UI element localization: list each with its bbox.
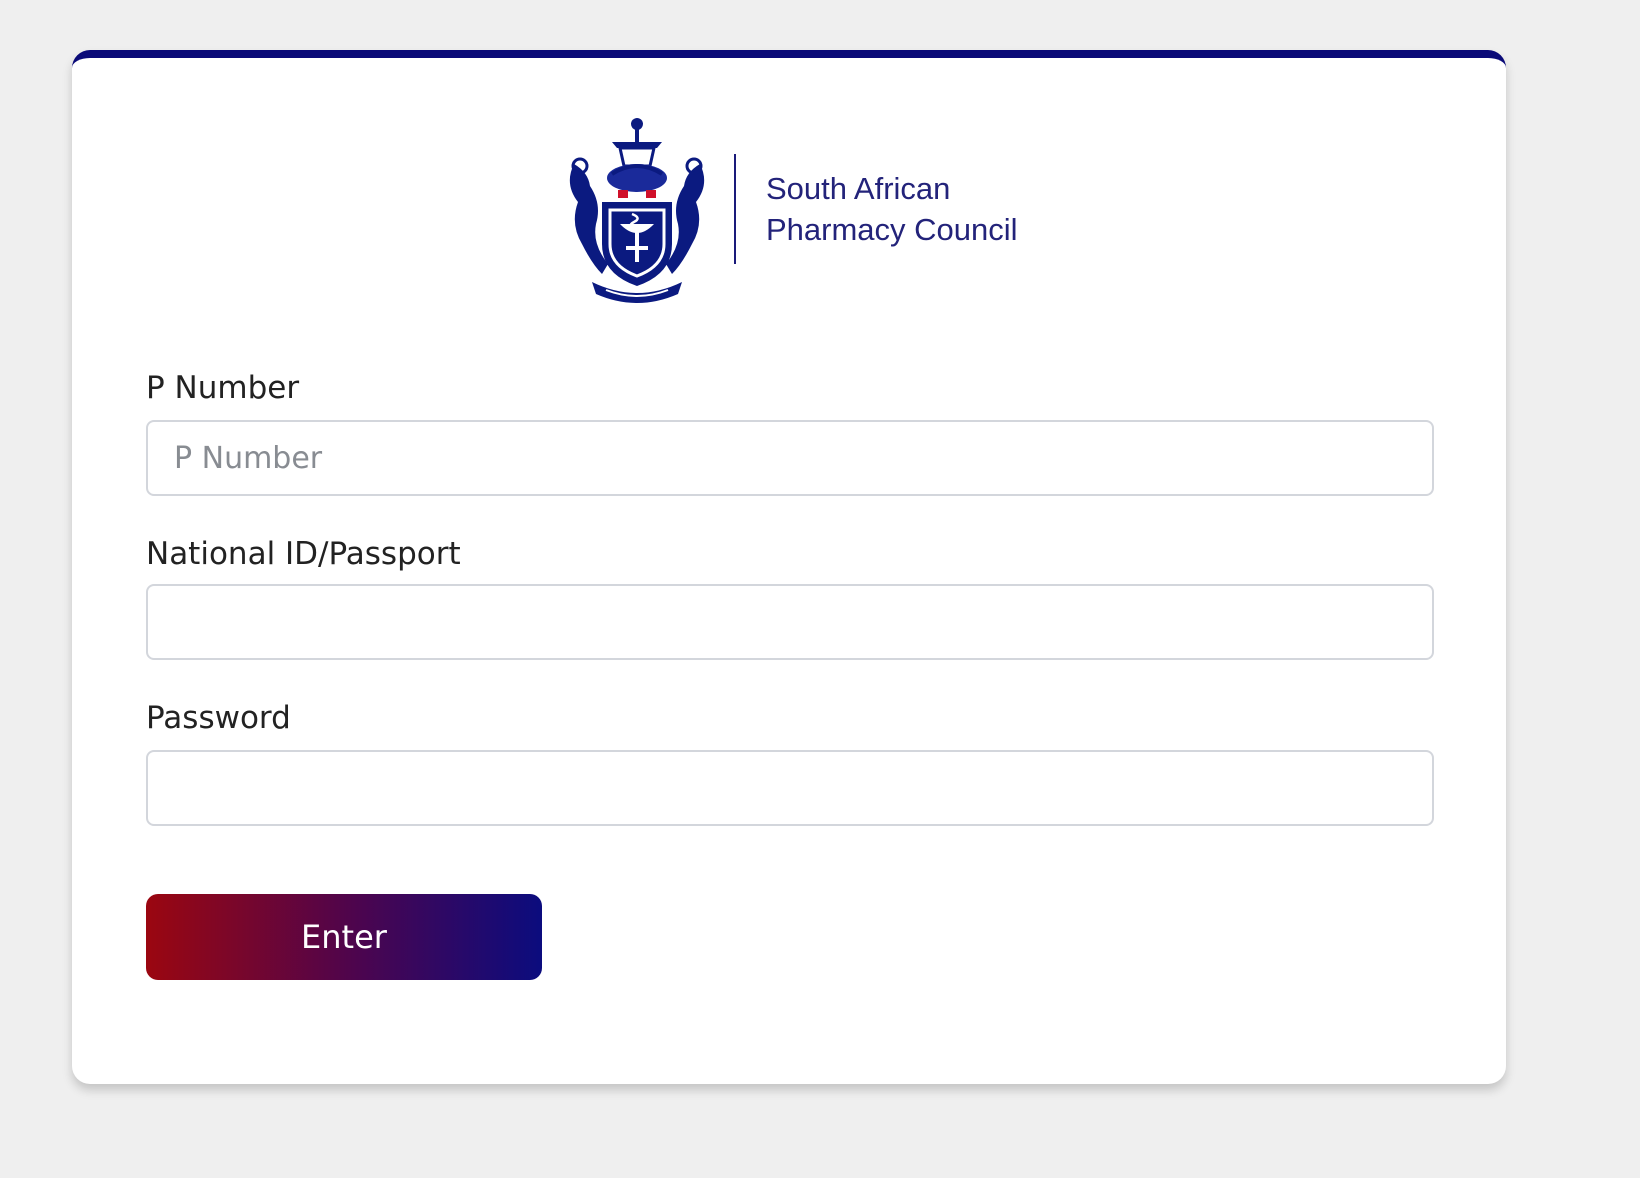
enter-button[interactable]: Enter: [146, 894, 542, 980]
logo-divider: [734, 154, 736, 264]
council-name-line-2: Pharmacy Council: [766, 212, 1018, 247]
password-input[interactable]: [146, 750, 1434, 826]
national-id-input[interactable]: [146, 584, 1434, 660]
password-label: Password: [146, 700, 291, 736]
p-number-label: P Number: [146, 370, 300, 406]
council-name-line-1: South African: [766, 171, 951, 206]
national-id-label: National ID/Passport: [146, 536, 461, 572]
council-logo: South African Pharmacy Council: [562, 114, 1042, 304]
p-number-input[interactable]: [146, 420, 1434, 496]
council-name: South African Pharmacy Council: [766, 168, 1018, 250]
coat-of-arms-icon: [569, 118, 705, 303]
login-card: South African Pharmacy Council P Number …: [72, 50, 1506, 1084]
